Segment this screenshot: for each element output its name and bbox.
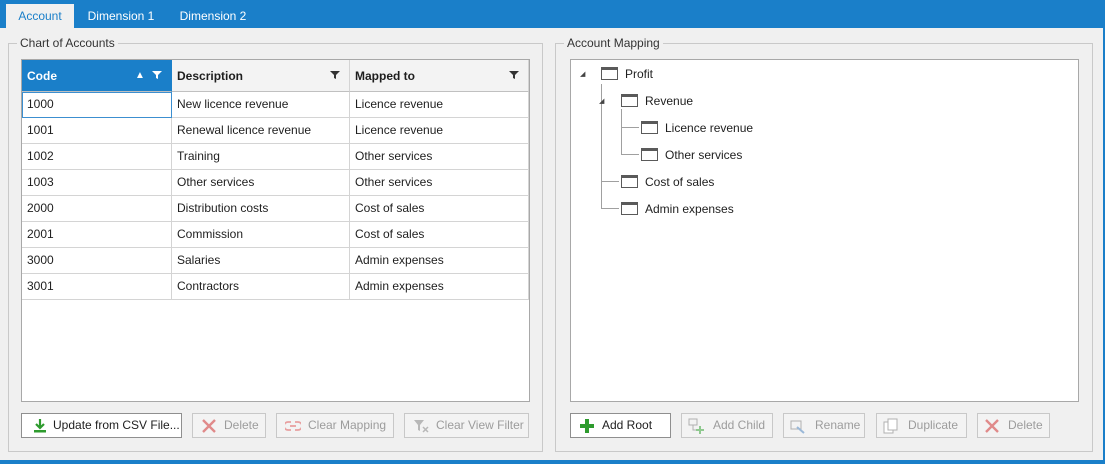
- delete-account-label: Delete: [224, 418, 259, 432]
- column-header-description-label: Description: [177, 69, 244, 83]
- plus-icon: [580, 419, 594, 433]
- cell-code[interactable]: 1003: [22, 170, 172, 196]
- tab-bar: Account Dimension 1 Dimension 2: [0, 0, 1105, 28]
- cell-code[interactable]: 3001: [22, 274, 172, 300]
- folder-icon: [621, 202, 638, 215]
- column-header-mapped-to[interactable]: Mapped to: [350, 60, 529, 92]
- cell-description[interactable]: Salaries: [172, 248, 350, 274]
- tree-connector: [621, 127, 639, 128]
- account-mapping-title: Account Mapping: [564, 35, 663, 51]
- tab-dimension-1[interactable]: Dimension 1: [78, 4, 164, 28]
- cell-code[interactable]: 1000: [22, 92, 172, 118]
- collapse-arrow-icon[interactable]: ◢: [599, 97, 604, 105]
- clear-view-filter-button[interactable]: Clear View Filter: [404, 413, 529, 438]
- cell-code[interactable]: 3000: [22, 248, 172, 274]
- tree-connector: [601, 208, 619, 209]
- delete-icon: [202, 419, 216, 433]
- cell-code[interactable]: 2000: [22, 196, 172, 222]
- copy-icon: [883, 418, 898, 434]
- chart-of-accounts-title: Chart of Accounts: [17, 35, 118, 51]
- cell-description[interactable]: Commission: [172, 222, 350, 248]
- tree-node-label: Licence revenue: [665, 121, 754, 135]
- cell-code[interactable]: 1001: [22, 118, 172, 144]
- cell-mapped-to[interactable]: Other services: [350, 144, 529, 170]
- clear-filter-icon: [414, 420, 429, 433]
- cell-description[interactable]: New licence revenue: [172, 92, 350, 118]
- cell-description[interactable]: Training: [172, 144, 350, 170]
- cell-mapped-to[interactable]: Admin expenses: [350, 274, 529, 300]
- table-row[interactable]: 1001 Renewal licence revenue Licence rev…: [22, 118, 529, 144]
- filter-icon[interactable]: [152, 60, 162, 91]
- rename-label: Rename: [815, 418, 861, 432]
- update-from-csv-label: Update from CSV File...: [53, 418, 180, 432]
- column-header-code-label: Code: [27, 69, 57, 83]
- tree-node-label: Cost of sales: [645, 175, 715, 189]
- delete-mapping-button[interactable]: Delete: [977, 413, 1050, 438]
- cell-code[interactable]: 2001: [22, 222, 172, 248]
- duplicate-label: Duplicate: [908, 418, 959, 432]
- cell-mapped-to[interactable]: Admin expenses: [350, 248, 529, 274]
- table-row[interactable]: 3000 Salaries Admin expenses: [22, 248, 529, 274]
- clear-view-filter-label: Clear View Filter: [436, 418, 524, 432]
- filter-icon[interactable]: [509, 60, 519, 91]
- duplicate-button[interactable]: Duplicate: [876, 413, 967, 438]
- cell-mapped-to[interactable]: Licence revenue: [350, 92, 529, 118]
- tab-account[interactable]: Account: [6, 4, 74, 28]
- tree-node-label: Revenue: [645, 94, 694, 108]
- add-root-label: Add Root: [602, 418, 653, 432]
- delete-mapping-label: Delete: [1008, 418, 1043, 432]
- table-row[interactable]: 1003 Other services Other services: [22, 170, 529, 196]
- download-icon: [34, 419, 46, 433]
- column-header-code[interactable]: Code ▲: [22, 60, 172, 92]
- folder-icon: [621, 94, 638, 107]
- account-mapping-tree[interactable]: ◢ Profit ◢ Revenue Licence revenue Other…: [570, 59, 1079, 402]
- sort-ascending-icon[interactable]: ▲: [135, 60, 145, 91]
- table-row[interactable]: 3001 Contractors Admin expenses: [22, 274, 529, 300]
- clear-mapping-button[interactable]: Clear Mapping: [276, 413, 394, 438]
- rename-icon: [790, 420, 805, 434]
- tree-connector: [601, 181, 619, 182]
- grid-header: Code ▲ Description Mapped to: [22, 60, 529, 92]
- folder-icon: [641, 148, 658, 161]
- column-header-description[interactable]: Description: [172, 60, 350, 92]
- cell-description[interactable]: Contractors: [172, 274, 350, 300]
- tree-node-label: Other services: [665, 148, 743, 162]
- cell-mapped-to[interactable]: Cost of sales: [350, 196, 529, 222]
- delete-account-button[interactable]: Delete: [192, 413, 266, 438]
- delete-icon: [985, 419, 999, 433]
- folder-icon: [621, 175, 638, 188]
- cell-description[interactable]: Distribution costs: [172, 196, 350, 222]
- tab-dimension-2[interactable]: Dimension 2: [170, 4, 256, 28]
- folder-icon: [641, 121, 658, 134]
- tree-connector: [621, 109, 622, 155]
- table-row[interactable]: 1002 Training Other services: [22, 144, 529, 170]
- table-row[interactable]: 1000 New licence revenue Licence revenue: [22, 92, 529, 118]
- filter-icon[interactable]: [330, 60, 340, 91]
- add-root-button[interactable]: Add Root: [570, 413, 671, 438]
- accounts-grid[interactable]: Code ▲ Description Mapped to 1000 New li…: [21, 59, 530, 402]
- table-row[interactable]: 2000 Distribution costs Cost of sales: [22, 196, 529, 222]
- update-from-csv-button[interactable]: Update from CSV File...: [21, 413, 182, 438]
- add-child-icon: [688, 418, 704, 434]
- column-header-mapped-to-label: Mapped to: [355, 69, 415, 83]
- add-child-button[interactable]: Add Child: [681, 413, 773, 438]
- tree-node-label: Admin expenses: [645, 202, 734, 216]
- rename-button[interactable]: Rename: [783, 413, 865, 438]
- cell-description[interactable]: Other services: [172, 170, 350, 196]
- add-child-label: Add Child: [713, 418, 766, 432]
- cell-code[interactable]: 1002: [22, 144, 172, 170]
- cell-mapped-to[interactable]: Cost of sales: [350, 222, 529, 248]
- tree-connector: [621, 154, 639, 155]
- cell-mapped-to[interactable]: Other services: [350, 170, 529, 196]
- cell-mapped-to[interactable]: Licence revenue: [350, 118, 529, 144]
- collapse-arrow-icon[interactable]: ◢: [580, 70, 585, 78]
- cell-description[interactable]: Renewal licence revenue: [172, 118, 350, 144]
- tree-node-label: Profit: [625, 67, 654, 81]
- table-row[interactable]: 2001 Commission Cost of sales: [22, 222, 529, 248]
- unlink-icon: [285, 421, 301, 431]
- clear-mapping-label: Clear Mapping: [308, 418, 387, 432]
- folder-icon: [601, 67, 618, 80]
- bottom-border: [0, 460, 1105, 464]
